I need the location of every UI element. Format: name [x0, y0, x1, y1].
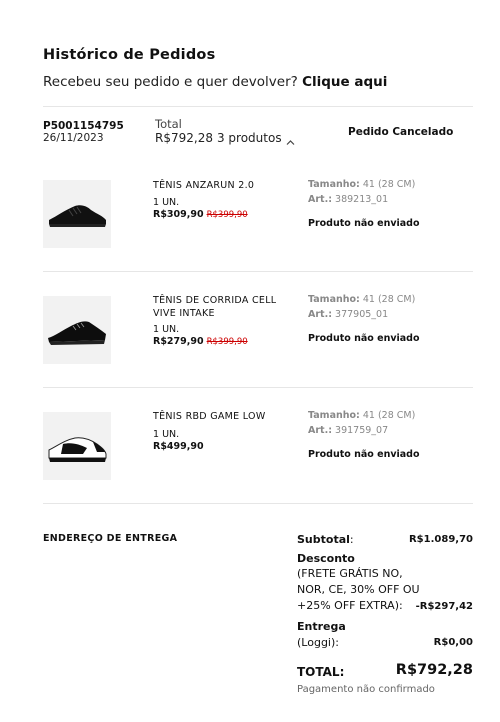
size-label: Tamanho: [308, 410, 360, 421]
product-article: Art.: 389213_01 [308, 194, 388, 205]
size-label: Tamanho: [308, 179, 360, 190]
article-label: Art.: [308, 194, 332, 205]
product-qty: 1 UN. [153, 324, 180, 335]
size-value: 41 (28 CM) [362, 179, 416, 190]
product-qty: 1 UN. [153, 429, 180, 440]
product-name[interactable]: TÊNIS ANZARUN 2.0 [153, 180, 293, 193]
product-qty: 1 UN. [153, 197, 180, 208]
product-image[interactable] [43, 296, 111, 364]
current-price: R$279,90 [153, 336, 204, 347]
article-value: 389213_01 [335, 194, 389, 205]
grand-total-label: TOTAL: [297, 665, 345, 679]
black-running-shoe-icon [43, 296, 111, 364]
discount-desc-3: +25% OFF EXTRA): [297, 599, 403, 612]
page-title: Histórico de Pedidos [43, 47, 216, 63]
old-price: R$399,90 [206, 337, 248, 347]
delivery-label: Entrega [297, 620, 346, 633]
article-value: 391759_07 [335, 425, 389, 436]
product-name[interactable]: TÊNIS DE CORRIDA CELL VIVE INTAKE [153, 295, 293, 320]
size-value: 41 (28 CM) [362, 294, 416, 305]
return-link[interactable]: Clique aqui [302, 74, 387, 90]
discount-desc-2: NOR, CE, 30% OFF OU [297, 583, 420, 596]
divider [43, 106, 473, 107]
size-label: Tamanho: [308, 294, 360, 305]
delivery-value: R$0,00 [433, 637, 473, 648]
subtotal-value: R$1.089,70 [408, 534, 473, 545]
discount-value: -R$297,42 [415, 601, 473, 612]
discount-label: Desconto [297, 552, 355, 565]
divider [43, 503, 473, 504]
article-label: Art.: [308, 425, 332, 436]
return-question: Recebeu seu pedido e quer devolver? [43, 74, 298, 90]
grand-total-value: R$792,28 [395, 662, 473, 678]
delivery-address-heading: ENDEREÇO DE ENTREGA [43, 533, 178, 544]
product-size: Tamanho: 41 (28 CM) [308, 410, 415, 421]
payment-status: Pagamento não confirmado [297, 684, 435, 695]
product-size: Tamanho: 41 (28 CM) [308, 179, 415, 190]
discount-desc-1: (FRETE GRÁTIS NO, [297, 567, 403, 580]
order-date: 26/11/2023 [43, 132, 104, 144]
product-article: Art.: 377905_01 [308, 309, 388, 320]
current-price: R$499,90 [153, 441, 204, 452]
white-black-sneaker-icon [43, 412, 111, 480]
article-label: Art.: [308, 309, 332, 320]
product-article: Art.: 391759_07 [308, 425, 388, 436]
shipping-status: Produto não enviado [308, 449, 420, 460]
subtotal-label: Subtotal: [297, 533, 354, 546]
product-image[interactable] [43, 180, 111, 248]
return-prompt: Recebeu seu pedido e quer devolver? Cliq… [43, 74, 387, 90]
product-size: Tamanho: 41 (28 CM) [308, 294, 415, 305]
order-total-value: R$792,28 [155, 131, 213, 145]
order-items-count: 3 produtos [216, 131, 282, 145]
product-price: R$279,90 R$399,90 [153, 336, 248, 347]
chevron-up-icon [286, 135, 295, 145]
shipping-status: Produto não enviado [308, 218, 420, 229]
old-price: R$399,90 [206, 210, 248, 220]
article-value: 377905_01 [335, 309, 389, 320]
order-id: P5001154795 [43, 120, 124, 132]
order-status: Pedido Cancelado [348, 126, 454, 138]
delivery-method: (Loggi): [297, 636, 339, 649]
product-name[interactable]: TÊNIS RBD GAME LOW [153, 411, 293, 424]
divider [43, 271, 473, 272]
shipping-status: Produto não enviado [308, 333, 420, 344]
product-price: R$309,90 R$399,90 [153, 209, 248, 220]
current-price: R$309,90 [153, 209, 204, 220]
order-total-toggle[interactable]: R$792,28 3 produtos [155, 131, 295, 145]
black-sneaker-icon [43, 180, 111, 248]
product-price: R$499,90 [153, 441, 204, 452]
divider [43, 387, 473, 388]
size-value: 41 (28 CM) [362, 410, 416, 421]
product-image[interactable] [43, 412, 111, 480]
order-total-label: Total [155, 117, 182, 131]
